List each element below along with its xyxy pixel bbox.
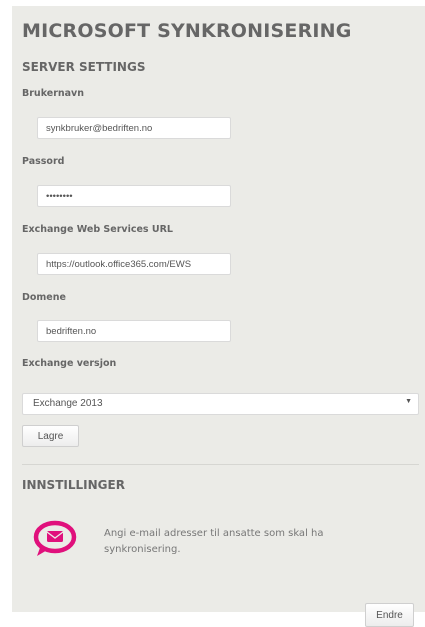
password-input[interactable] [37, 185, 231, 207]
exchange-version-label: Exchange versjon [22, 358, 117, 369]
username-input[interactable] [37, 117, 231, 139]
dropdown-arrow-icon: ▼ [405, 398, 412, 405]
ews-url-input[interactable] [37, 253, 231, 275]
ews-url-label: Exchange Web Services URL [22, 224, 173, 235]
password-label: Passord [22, 156, 65, 167]
settings-description: Angi e-mail adresser til ansatte som ska… [104, 528, 324, 555]
exchange-version-value: Exchange 2013 [33, 398, 103, 409]
save-button[interactable]: Lagre [22, 425, 79, 447]
mail-chat-icon [32, 519, 78, 559]
server-settings-heading: SERVER SETTINGS [22, 60, 146, 74]
exchange-version-select[interactable]: Exchange 2013 ▼ [22, 393, 419, 415]
domain-label: Domene [22, 292, 66, 303]
username-label: Brukernavn [22, 88, 85, 99]
domain-input[interactable] [37, 320, 231, 342]
section-divider [22, 464, 419, 465]
edit-button[interactable]: Endre [365, 603, 414, 627]
page-title: MICROSOFT SYNKRONISERING [22, 20, 352, 42]
settings-heading: INNSTILLINGER [22, 478, 125, 492]
sync-settings-panel: MICROSOFT SYNKRONISERING SERVER SETTINGS… [12, 6, 425, 627]
